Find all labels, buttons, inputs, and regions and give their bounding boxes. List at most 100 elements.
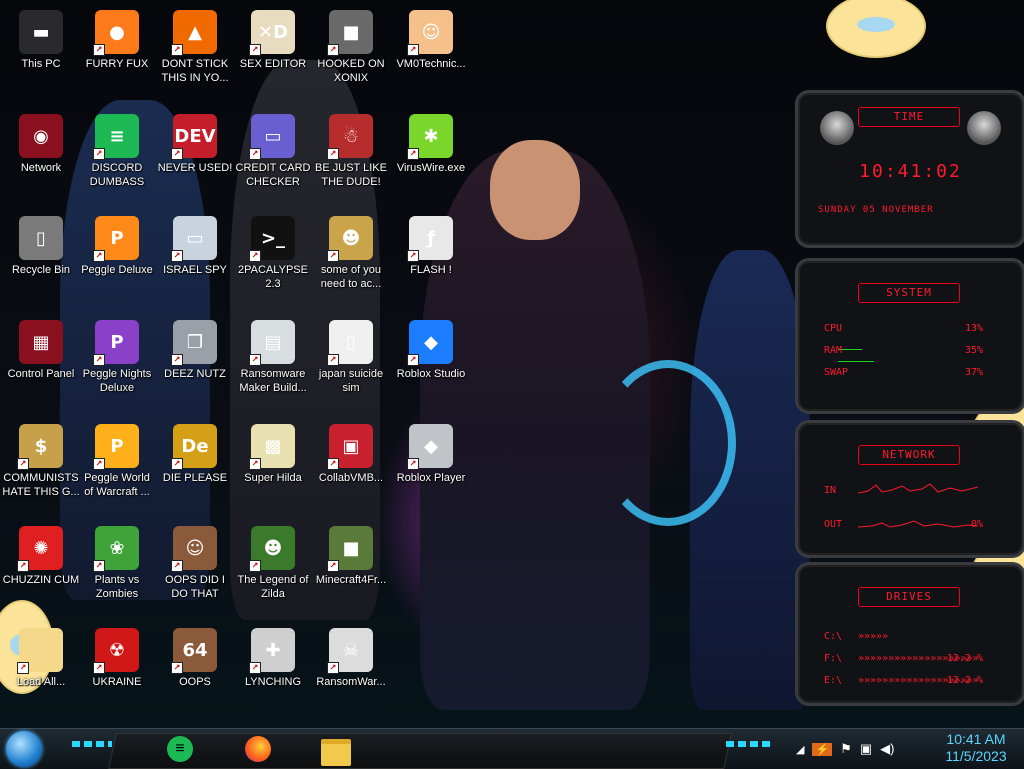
desktop-icon[interactable]: ▯ Recycle Bin <box>2 212 80 310</box>
desktop-icon-label: SEX EDITOR <box>239 58 307 70</box>
desktop-icon-label: CollabVMB... <box>318 472 384 484</box>
shortcut-arrow-icon: ↗ <box>249 458 261 470</box>
desktop-icon-label: OOPS <box>179 676 211 688</box>
desktop-icon[interactable]: >_ ↗ 2PACALYPSE 2.3 <box>234 212 312 310</box>
traffic-cone-icon: ▲ ↗ <box>171 10 217 56</box>
desktop-icon[interactable]: ■ ↗ Minecraft4Fr... <box>312 522 390 620</box>
desktop-icon[interactable]: ☻ ↗ some of you need to ac... <box>312 212 390 310</box>
wallpaper-swirl <box>600 360 736 526</box>
desktop-icon[interactable]: ▯ ↗ japan suicide sim <box>312 316 390 414</box>
computer-icon: ▬ <box>19 10 63 54</box>
desktop-icon[interactable]: P ↗ Peggle Deluxe <box>78 212 156 310</box>
flash-tray-icon[interactable]: ⚡ <box>812 742 833 756</box>
desktop-icon[interactable]: ☠ ↗ RansomWar... <box>312 624 390 722</box>
cpu-value: 13% <box>964 323 983 334</box>
desktop-icon[interactable]: P ↗ Peggle Nights Deluxe <box>78 316 156 414</box>
desktop-icon[interactable]: ☻ ↗ The Legend of Zilda <box>234 522 312 620</box>
lime-icon: ✱ ↗ <box>407 114 453 160</box>
desktop-icon[interactable]: ☺ ↗ OOPS DID I DO THAT <box>156 522 234 620</box>
spy-icon: ▭ ↗ <box>171 216 217 262</box>
desktop-icon[interactable]: ◆ ↗ Roblox Studio <box>392 316 470 414</box>
shortcut-arrow-icon: ↗ <box>171 148 183 160</box>
desktop-icon[interactable]: ƒ ↗ FLASH ! <box>392 212 470 310</box>
desktop-icon[interactable]: ✚ ↗ LYNCHING <box>234 624 312 722</box>
taskbar-clock[interactable]: 10:41 AM 11/5/2023 <box>936 731 1016 765</box>
desktop-icon[interactable]: ● ↗ FURRY FUX <box>78 6 156 104</box>
file-explorer-icon <box>321 739 351 766</box>
desktop-icon[interactable]: P ↗ Peggle World of Warcraft ... <box>78 420 156 518</box>
desktop-icon-label: CREDIT CARD CHECKER <box>235 162 311 188</box>
desktop-icon-label: COMMUNISTS HATE THIS G... <box>2 472 80 498</box>
taskbar-spotify-button[interactable]: ≡ <box>162 733 198 765</box>
shortcut-arrow-icon: ↗ <box>93 148 105 160</box>
drive-row-e: E:\ »»»»»»»»»»»»»»»»»»»» 12.2 % <box>824 675 983 686</box>
desktop-icon[interactable]: ↗ Load All... <box>2 624 80 722</box>
desktop-icon[interactable]: ☺ ↗ VM0Technic... <box>392 6 470 104</box>
desktop-icon[interactable]: ■ ↗ HOOKED ON XONIX <box>312 6 390 104</box>
desktop-icon[interactable]: ≡ ↗ DISCORD DUMBASS <box>78 110 156 208</box>
chevron-up-icon[interactable]: ◢ <box>796 743 804 756</box>
desktop-icon[interactable]: ✱ ↗ VirusWire.exe <box>392 110 470 208</box>
shortcut-arrow-icon: ↗ <box>327 354 339 366</box>
desktop-icon[interactable]: ▭ ↗ ISRAEL SPY <box>156 212 234 310</box>
desktop-icon[interactable]: ☃ ↗ BE JUST LIKE THE DUDE! <box>312 110 390 208</box>
desktop-icon[interactable]: ◆ ↗ Roblox Player <box>392 420 470 518</box>
desktop-icon-label: DONT STICK THIS IN YO... <box>161 58 229 84</box>
pixel-art-icon: ▩ ↗ <box>249 424 295 470</box>
desktop-icon[interactable]: ☢ ↗ UKRAINE <box>78 624 156 722</box>
taskbar-file-explorer-button[interactable] <box>318 733 354 766</box>
desktop-icon-label: some of you need to ac... <box>320 264 382 290</box>
firefox-icon <box>245 736 271 762</box>
network-icon: ◉ <box>19 114 63 158</box>
desktop-icon[interactable]: ▲ ↗ DONT STICK THIS IN YO... <box>156 6 234 104</box>
zelda-icon: ☻ ↗ <box>249 526 295 572</box>
taskbar-date: 11/5/2023 <box>945 748 1007 764</box>
desktop-icon-label: Peggle World of Warcraft ... <box>84 472 150 498</box>
desktop-icon[interactable]: ▬ This PC <box>2 6 80 104</box>
recycle-bin-icon: ▯ <box>19 216 63 260</box>
drive-row-f: F:\ »»»»»»»»»»»»»»»»»»»» 12.2 % <box>824 653 983 664</box>
peggle-wow-icon: P ↗ <box>93 424 139 470</box>
windows-orb-icon[interactable] <box>6 731 42 767</box>
collab-icon: ▣ ↗ <box>327 424 373 470</box>
document-icon: ▯ ↗ <box>327 320 373 366</box>
volume-icon[interactable]: ◀) <box>880 741 894 757</box>
desktop-icon[interactable]: De ↗ DIE PLEASE <box>156 420 234 518</box>
desktop-icon-label: This PC <box>21 58 61 70</box>
flag-icon[interactable]: ⚑ <box>840 741 852 757</box>
desktop-icon[interactable]: ❐ ↗ DEEZ NUTZ <box>156 316 234 414</box>
taskbar-decoration <box>72 741 112 747</box>
desktop-icon[interactable]: $ ↗ COMMUNISTS HATE THIS G... <box>2 420 80 518</box>
desktop-icon[interactable]: ▩ ↗ Super Hilda <box>234 420 312 518</box>
desktop-icon[interactable]: ▣ ↗ CollabVMB... <box>312 420 390 518</box>
taskbar: ≡ ◢ ⚡ ⚑ ▣ ◀) 10:41 AM 11/5/2023 <box>0 728 1024 769</box>
desktop-icon[interactable]: 64 ↗ OOPS <box>156 624 234 722</box>
desktop-icon[interactable]: DEV ↗ NEVER USED! <box>156 110 234 208</box>
money-bag-icon: $ ↗ <box>17 424 63 470</box>
desktop-icon-label: Minecraft4Fr... <box>315 574 387 586</box>
shortcut-arrow-icon: ↗ <box>249 250 261 262</box>
drives-widget-header: DRIVES <box>858 587 960 607</box>
desktop-icon[interactable]: ▭ ↗ CREDIT CARD CHECKER <box>234 110 312 208</box>
desktop-icon[interactable]: ▤ ↗ Ransomware Maker Build... <box>234 316 312 414</box>
desktop-icon-label: OOPS DID I DO THAT <box>165 574 225 600</box>
shortcut-arrow-icon: ↗ <box>17 458 29 470</box>
taskbar-firefox-button[interactable] <box>240 733 276 765</box>
desktop-icon[interactable]: ▦ Control Panel <box>2 316 80 414</box>
desktop-icon-label: 2PACALYPSE 2.3 <box>238 264 308 290</box>
desktop-icon[interactable]: ◉ Network <box>2 110 80 208</box>
alien-icon <box>820 111 854 145</box>
desktop-icon-label: NEVER USED! <box>157 162 233 174</box>
firefox-icon: ● ↗ <box>93 10 139 56</box>
desktop-icon-label: DISCORD DUMBASS <box>89 162 145 188</box>
desktop-icon-label: Peggle Deluxe <box>81 264 153 276</box>
chuzzle-icon: ✺ ↗ <box>17 526 63 572</box>
shortcut-arrow-icon: ↗ <box>327 148 339 160</box>
desktop-icon[interactable]: ❀ ↗ Plants vs Zombies <box>78 522 156 620</box>
desktop-icon[interactable]: ✺ ↗ CHUZZIN CUM <box>2 522 80 620</box>
desktop-icon[interactable]: ✕D ↗ SEX EDITOR <box>234 6 312 104</box>
shortcut-arrow-icon: ↗ <box>327 458 339 470</box>
shortcut-arrow-icon: ↗ <box>171 458 183 470</box>
shortcut-arrow-icon: ↗ <box>93 354 105 366</box>
network-tray-icon[interactable]: ▣ <box>860 741 872 757</box>
